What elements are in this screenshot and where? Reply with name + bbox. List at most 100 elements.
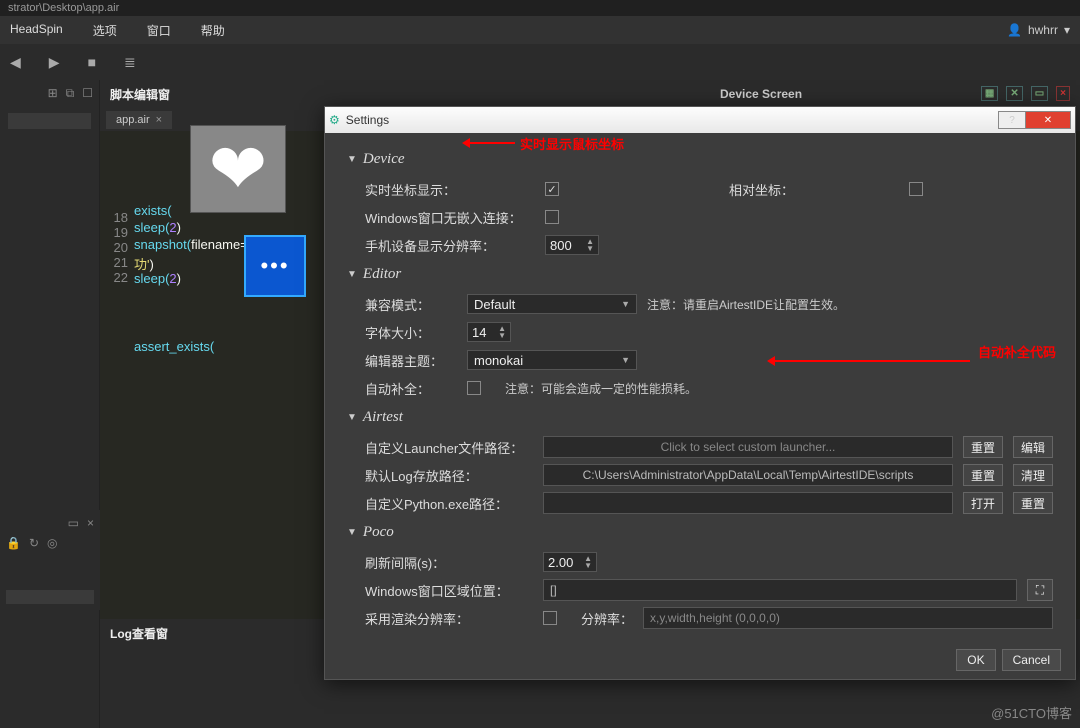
cancel-button[interactable]: Cancel — [1002, 649, 1061, 671]
watermark: @51CTO博客 — [991, 703, 1072, 722]
label-font: 字体大小： — [365, 323, 457, 342]
spinbox-font[interactable]: 14▲▼ — [467, 322, 511, 342]
section-editor[interactable]: ▼ Editor — [347, 266, 1053, 283]
settings-dialog: ⚙ Settings ? ✕ ▼ Device 实时坐标显示： 相对坐标： Wi… — [324, 106, 1076, 680]
label-relative-coord: 相对坐标： — [729, 180, 794, 199]
btn-winarea-expand[interactable]: ⛶ — [1027, 579, 1053, 601]
field-launcher[interactable]: Click to select custom launcher... — [543, 436, 953, 458]
collapse-icon: ▼ — [347, 412, 357, 423]
btn-launcher-edit[interactable]: 编辑 — [1013, 436, 1053, 458]
btn-log-clean[interactable]: 清理 — [1013, 464, 1053, 486]
select-compat[interactable]: Default▼ — [467, 294, 637, 314]
editor-tab[interactable]: app.air × — [106, 111, 172, 129]
device-panel: Device Screen ▦ ✕ ▭ × — [710, 80, 1080, 107]
bl-item[interactable] — [6, 590, 94, 604]
label-logpath: 默认Log存放路径： — [365, 466, 533, 485]
bottom-left-panel: ▭ × 🔒 ↻ ◎ — [0, 510, 100, 610]
dev-close-icon[interactable]: × — [1056, 86, 1070, 101]
menu-window[interactable]: 窗口 — [147, 22, 171, 39]
dev-tool-1[interactable]: ▦ — [981, 86, 998, 101]
user-icon: 👤 — [1007, 23, 1022, 37]
field-resolution[interactable]: x,y,width,height (0,0,0,0) — [643, 607, 1053, 629]
chevron-down-icon: ▾ — [1064, 23, 1070, 37]
select-theme[interactable]: monokai▼ — [467, 350, 637, 370]
label-render: 采用渲染分辨率： — [365, 609, 533, 628]
checkbox-realtime-coord[interactable] — [545, 182, 559, 196]
field-logpath[interactable]: C:\Users\Administrator\AppData\Local\Tem… — [543, 464, 953, 486]
section-title-device: Device — [363, 151, 405, 168]
label-winarea: Windows窗口区域位置： — [365, 581, 533, 600]
menu-headspin[interactable]: HeadSpin — [10, 22, 63, 39]
line-gutter: 18 19 20 21 22 — [100, 135, 134, 615]
section-title-airtest: Airtest — [363, 409, 403, 426]
window-title: strator\Desktop\app.air — [0, 0, 1080, 16]
back-button[interactable]: ◀ — [10, 54, 21, 71]
label-pyexe: 自定义Python.exe路径： — [365, 494, 533, 513]
collapse-icon: ▼ — [347, 154, 357, 165]
checkbox-relative-coord[interactable] — [909, 182, 923, 196]
list-button[interactable]: ≣ — [124, 54, 136, 71]
ok-button[interactable]: OK — [956, 649, 995, 671]
label-theme: 编辑器主题： — [365, 351, 457, 370]
label-realtime-coord: 实时坐标显示： — [365, 180, 535, 199]
section-airtest[interactable]: ▼ Airtest — [347, 409, 1053, 426]
bl-close-icon[interactable]: × — [87, 516, 94, 530]
label-win-noembed: Windows窗口无嵌入连接： — [365, 208, 535, 227]
dialog-help-button[interactable]: ? — [998, 111, 1026, 129]
sidebar-item[interactable] — [8, 113, 91, 129]
label-launcher: 自定义Launcher文件路径： — [365, 438, 533, 457]
refresh-icon[interactable]: ↻ — [29, 536, 39, 550]
left-sidebar: ⊞ ⧉ ☐ — [0, 80, 100, 728]
field-winarea[interactable]: [] — [543, 579, 1017, 601]
lock-icon[interactable]: 🔒 — [6, 536, 21, 550]
target-icon[interactable]: ◎ — [47, 536, 57, 550]
menubar: HeadSpin 选项 窗口 帮助 👤 hwhrr ▾ — [0, 16, 1080, 44]
user-badge[interactable]: 👤 hwhrr ▾ — [1007, 23, 1070, 37]
btn-launcher-reset[interactable]: 重置 — [963, 436, 1003, 458]
menu-help[interactable]: 帮助 — [201, 22, 225, 39]
dev-tool-2[interactable]: ✕ — [1006, 86, 1022, 101]
dialog-close-button[interactable]: ✕ — [1025, 111, 1071, 129]
sidebar-tool-3[interactable]: ☐ — [82, 86, 93, 101]
section-title-poco: Poco — [363, 524, 394, 541]
btn-py-reset[interactable]: 重置 — [1013, 492, 1053, 514]
label-refresh: 刷新间隔(s)： — [365, 553, 533, 572]
section-device[interactable]: ▼ Device — [347, 151, 1053, 168]
menu-options[interactable]: 选项 — [93, 22, 117, 39]
script-panel-title: 脚本编辑窗 — [110, 86, 170, 103]
label-phone-res: 手机设备显示分辨率： — [365, 236, 535, 255]
btn-py-open[interactable]: 打开 — [963, 492, 1003, 514]
dialog-title: Settings — [346, 113, 389, 127]
bl-restore-icon[interactable]: ▭ — [68, 516, 79, 530]
user-name: hwhrr — [1028, 23, 1058, 37]
checkbox-render[interactable] — [543, 611, 557, 625]
play-button[interactable]: ▶ — [49, 54, 60, 71]
checkbox-autocomplete[interactable] — [467, 381, 481, 395]
device-panel-title: Device Screen — [720, 87, 802, 101]
note-compat: 注意：请重启AirtestIDE让配置生效。 — [647, 296, 845, 313]
dev-tool-3[interactable]: ▭ — [1031, 86, 1048, 101]
template-image-dots[interactable] — [244, 235, 306, 297]
label-autocomplete: 自动补全： — [365, 379, 457, 398]
field-pyexe[interactable] — [543, 492, 953, 514]
sidebar-tool-2[interactable]: ⧉ — [66, 86, 75, 101]
collapse-icon: ▼ — [347, 269, 357, 280]
label-resolution: 分辨率： — [581, 609, 633, 628]
sidebar-tool-1[interactable]: ⊞ — [48, 86, 58, 101]
stop-button[interactable]: ■ — [88, 54, 96, 70]
dialog-titlebar[interactable]: ⚙ Settings ? ✕ — [325, 107, 1075, 133]
log-panel-title: Log查看窗 — [110, 625, 168, 642]
checkbox-win-noembed[interactable] — [545, 210, 559, 224]
tab-close-icon[interactable]: × — [156, 114, 162, 126]
main-toolbar: ◀ ▶ ■ ≣ — [0, 44, 1080, 80]
btn-log-reset[interactable]: 重置 — [963, 464, 1003, 486]
spinbox-refresh[interactable]: 2.00▲▼ — [543, 552, 597, 572]
template-image-heart[interactable] — [190, 125, 286, 213]
section-poco[interactable]: ▼ Poco — [347, 524, 1053, 541]
collapse-icon: ▼ — [347, 527, 357, 538]
tab-label: app.air — [116, 114, 150, 126]
section-title-editor: Editor — [363, 266, 401, 283]
note-autocomplete: 注意：可能会造成一定的性能损耗。 — [505, 380, 697, 397]
gear-icon: ⚙ — [329, 113, 340, 127]
spinbox-phone-res[interactable]: 800▲▼ — [545, 235, 599, 255]
